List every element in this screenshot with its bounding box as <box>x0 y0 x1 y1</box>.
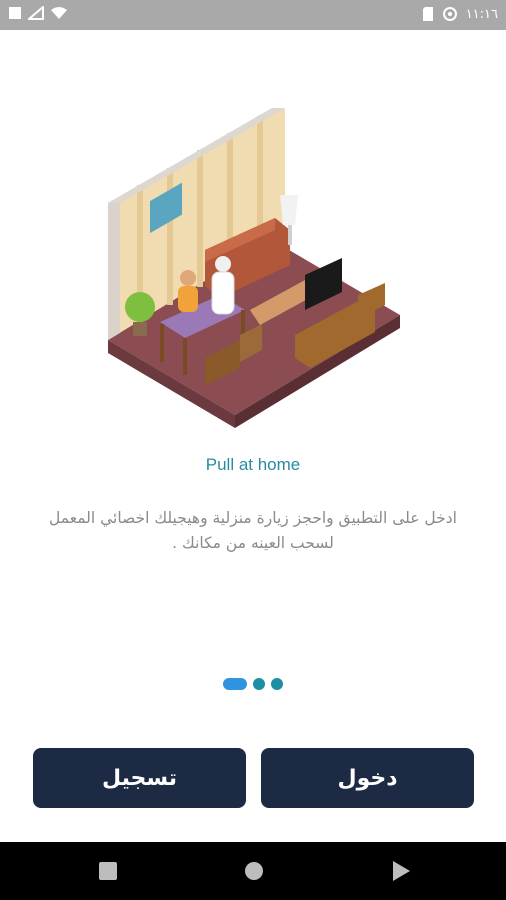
recent-apps-icon[interactable] <box>99 862 117 880</box>
login-button[interactable]: دخول <box>261 748 474 808</box>
onboarding-description: ادخل على التطبيق واحجز زيارة منزلية وهيج… <box>49 509 457 552</box>
status-time: ١١:١٦ <box>465 6 498 22</box>
page-indicator <box>0 678 506 690</box>
notification-icon <box>9 7 21 19</box>
page-dot[interactable] <box>271 678 283 690</box>
home-icon[interactable] <box>245 862 263 880</box>
status-left-icons <box>8 6 68 20</box>
page-dot-active[interactable] <box>223 678 247 690</box>
status-bar: ١١:١٦ <box>0 0 506 30</box>
page-dot[interactable] <box>253 678 265 690</box>
onboarding-title: Pull at home <box>205 455 301 474</box>
signal-icon <box>28 6 44 20</box>
status-right-icons: ١١:١٦ <box>422 6 498 22</box>
sim-card-icon <box>422 7 433 21</box>
back-icon[interactable] <box>393 861 410 881</box>
navigation-bar <box>0 842 506 900</box>
data-saver-icon <box>442 7 457 21</box>
wifi-icon <box>51 7 67 19</box>
home-visit-illustration <box>100 100 405 430</box>
register-button[interactable]: تسجيل <box>33 748 246 808</box>
